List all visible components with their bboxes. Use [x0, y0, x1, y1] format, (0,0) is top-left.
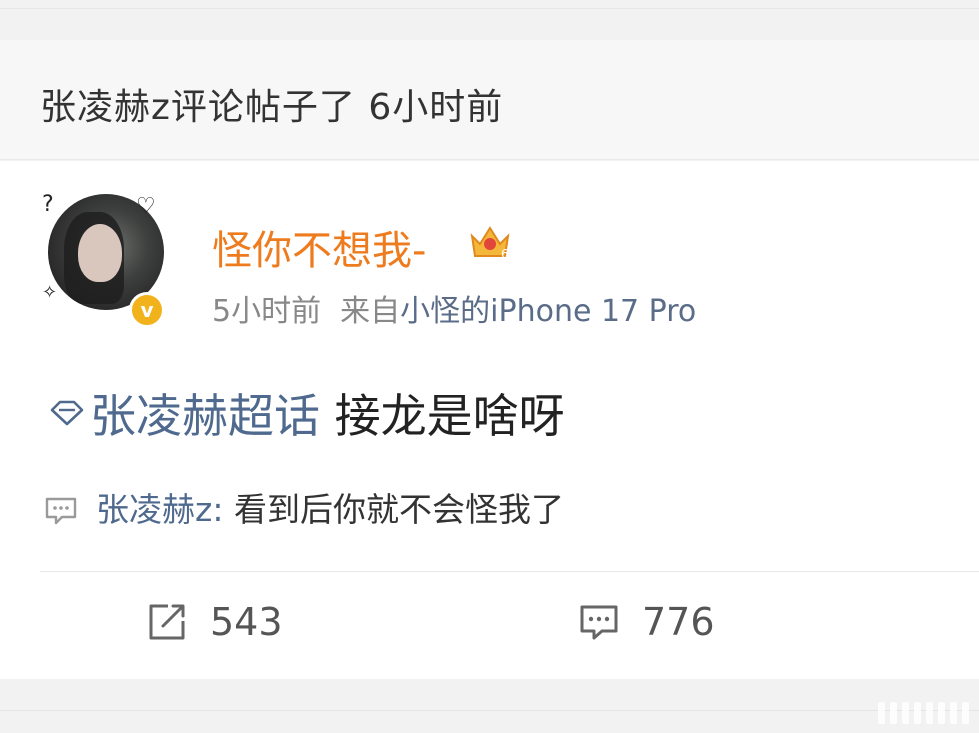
username[interactable]: 怪你不想我- — [212, 218, 426, 276]
action-divider — [40, 571, 979, 572]
watermark-bars — [878, 702, 969, 724]
repost-button[interactable]: 543 — [146, 600, 283, 644]
verified-badge-icon: v — [129, 292, 165, 328]
comment-count: 776 — [642, 600, 715, 644]
super-topic-link[interactable]: 张凌赫超话 — [90, 389, 320, 443]
bottom-spacer — [0, 679, 979, 733]
comment-button[interactable]: 776 — [578, 600, 715, 644]
top-comment[interactable]: 张凌赫z: 看到后你就不会怪我了 — [44, 483, 564, 531]
repost-count: 543 — [210, 600, 283, 644]
source-prefix: 来自 — [340, 294, 401, 329]
question-sticker-icon: ? — [42, 192, 54, 217]
crown-level-badge-icon: 6 — [470, 226, 510, 261]
comment-text: 看到后你就不会怪我了 — [233, 490, 564, 529]
header-text: 张凌赫z评论帖子了 6小时前 — [40, 87, 504, 128]
comment-bubble-icon — [45, 497, 77, 525]
star-sticker-icon: ✧ — [42, 282, 58, 303]
super-topic-diamond-icon — [50, 400, 84, 426]
post-meta: 5小时前 来自小怪的iPhone 17 Pro — [212, 286, 696, 330]
comment-icon — [580, 605, 618, 640]
repost-icon — [149, 604, 185, 640]
svg-text:6: 6 — [501, 247, 509, 261]
post-content[interactable]: 张凌赫超话 接龙是啥呀 — [48, 380, 565, 446]
comment-author[interactable]: 张凌赫z: — [96, 490, 223, 529]
post-text: 接龙是啥呀 — [334, 389, 565, 443]
notification-header[interactable]: 张凌赫z评论帖子了 6小时前 — [0, 40, 979, 160]
top-spacer — [0, 0, 979, 40]
post-time: 5小时前 — [212, 294, 322, 329]
heart-sticker-icon: ♡ — [136, 194, 156, 219]
post-source-device[interactable]: 小怪的iPhone 17 Pro — [400, 294, 696, 329]
